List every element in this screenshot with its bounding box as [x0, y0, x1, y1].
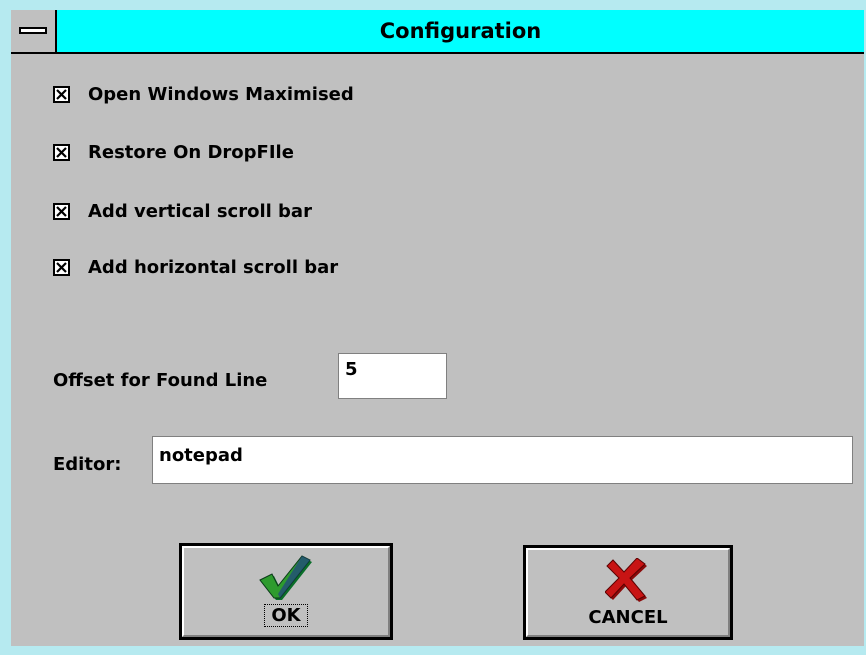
- checkbox-label: Add horizontal scroll bar: [88, 256, 339, 278]
- checkbox-label: Open Windows Maximised: [88, 83, 354, 105]
- cancel-button-label: CANCEL: [588, 607, 668, 628]
- checkbox-label: Add vertical scroll bar: [88, 200, 312, 222]
- ok-button[interactable]: OK: [179, 543, 393, 640]
- checkbox-add-vertical-scroll-bar[interactable]: Add vertical scroll bar: [53, 198, 312, 224]
- title-bar[interactable]: Configuration: [11, 10, 864, 54]
- cancel-button-face: CANCEL: [526, 548, 730, 637]
- editor-label: Editor:: [53, 454, 122, 475]
- configuration-dialog: Configuration Open Windows Maximised Res…: [0, 0, 866, 655]
- system-menu-icon: [19, 27, 47, 34]
- editor-input[interactable]: [152, 436, 853, 484]
- ok-button-label: OK: [264, 604, 308, 627]
- checked-checkbox-icon[interactable]: [53, 143, 70, 161]
- system-menu-button[interactable]: [11, 10, 57, 52]
- cancel-button[interactable]: CANCEL: [523, 545, 733, 640]
- checked-checkbox-icon[interactable]: [53, 85, 70, 103]
- checked-checkbox-icon[interactable]: [53, 258, 70, 276]
- checkbox-restore-on-dropfile[interactable]: Restore On DropFIle: [53, 139, 294, 165]
- checkmark-icon: [259, 555, 312, 600]
- offset-label: Offset for Found Line: [53, 370, 268, 391]
- checkbox-add-horizontal-scroll-bar[interactable]: Add horizontal scroll bar: [53, 254, 338, 280]
- window-title: Configuration: [379, 19, 542, 43]
- offset-input[interactable]: [338, 353, 447, 399]
- checkbox-open-windows-maximised[interactable]: Open Windows Maximised: [53, 81, 354, 107]
- checkbox-label: Restore On DropFIle: [88, 141, 294, 163]
- ok-button-face: OK: [182, 546, 390, 637]
- checked-checkbox-icon[interactable]: [53, 202, 70, 220]
- x-mark-icon: [605, 558, 647, 602]
